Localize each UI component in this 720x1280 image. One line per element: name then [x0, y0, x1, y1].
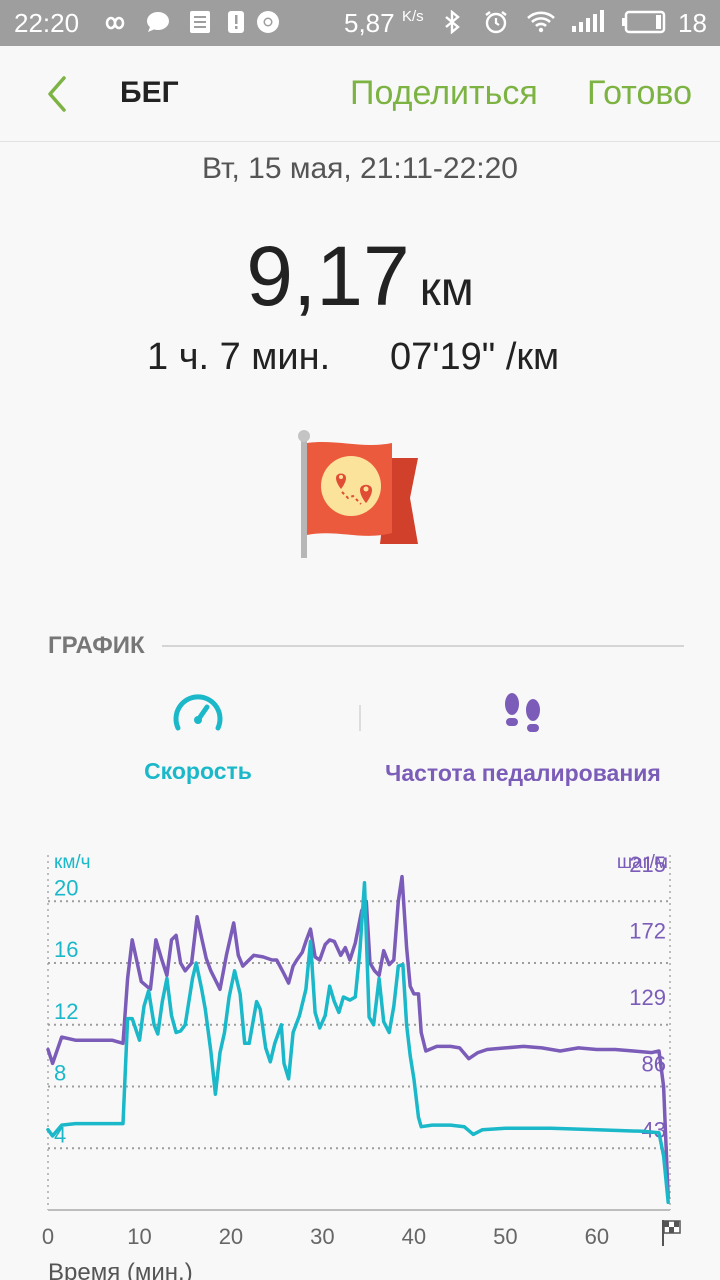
x-tick-label: 20: [219, 1224, 243, 1249]
infinity-icon: [105, 16, 125, 30]
x-tick-label: 0: [42, 1224, 54, 1249]
distance-value: 9,17: [246, 229, 410, 323]
chevron-left-icon[interactable]: [40, 74, 76, 114]
speed-cadence-chart: 4 438 86121291617220215км/ч шаг/м0 10 20 30 40 5…: [42, 852, 681, 1280]
section-divider: [162, 645, 684, 647]
done-button[interactable]: Готово: [587, 74, 692, 113]
bluetooth-icon: [445, 10, 460, 34]
app-bar: БЕГ Поделиться Готово: [0, 46, 720, 142]
footprints-icon: [505, 693, 540, 732]
x-tick-label: 40: [402, 1224, 426, 1249]
network-speed-unit: K/s: [402, 8, 424, 25]
y-left-tick-label: 8: [54, 1061, 66, 1086]
page-title: БЕГ: [120, 76, 179, 109]
tab-speed-label: Скорость: [144, 758, 252, 784]
finish-flag-icon: [662, 1220, 681, 1246]
x-tick-label: 10: [127, 1224, 151, 1249]
share-button[interactable]: Поделиться: [350, 74, 538, 113]
alert-icon: [228, 11, 244, 33]
message-icon: [147, 12, 169, 32]
battery-icon: [622, 10, 666, 34]
duration: 1 ч. 7 мин.: [147, 336, 331, 378]
tab-cadence-label: Частота педалирования: [385, 760, 661, 786]
status-time: 22:20: [14, 8, 80, 38]
wifi-icon: [527, 11, 555, 33]
status-bar: 22:20 5,87 K/s 18: [0, 0, 720, 46]
pace: 07'19" /км: [390, 336, 560, 378]
y-left-tick-label: 16: [54, 937, 78, 962]
tab-cadence[interactable]: Частота педалирования: [370, 690, 676, 800]
x-tick-label: 50: [493, 1224, 517, 1249]
chrome-icon: [257, 11, 279, 33]
y-right-tick-label: 129: [629, 985, 666, 1010]
x-tick-label: 30: [310, 1224, 334, 1249]
y-left-unit: км/ч: [54, 852, 91, 873]
tab-divider: [359, 705, 361, 731]
x-tick-label: 60: [585, 1224, 609, 1249]
battery-level: 18: [678, 8, 707, 38]
y-right-tick-label: 172: [629, 919, 666, 944]
section-title: ГРАФИК: [48, 632, 145, 659]
y-right-unit: шаг/м: [617, 852, 668, 873]
route-flag-icon: [298, 430, 418, 558]
x-axis-label: Время (мин.): [48, 1259, 193, 1280]
speedometer-icon: [173, 694, 223, 731]
workout-date: Вт, 15 мая, 21:11-22:20: [202, 152, 518, 185]
notes-icon: [190, 11, 210, 33]
y-left-tick-label: 12: [54, 999, 78, 1024]
distance: 9,17 км: [0, 228, 720, 325]
y-left-tick-label: 20: [54, 875, 78, 900]
alarm-icon: [485, 11, 507, 34]
network-speed: 5,87: [344, 8, 395, 38]
distance-unit: км: [419, 263, 474, 316]
tab-speed[interactable]: Скорость: [98, 690, 298, 800]
signal-icon: [572, 10, 604, 32]
